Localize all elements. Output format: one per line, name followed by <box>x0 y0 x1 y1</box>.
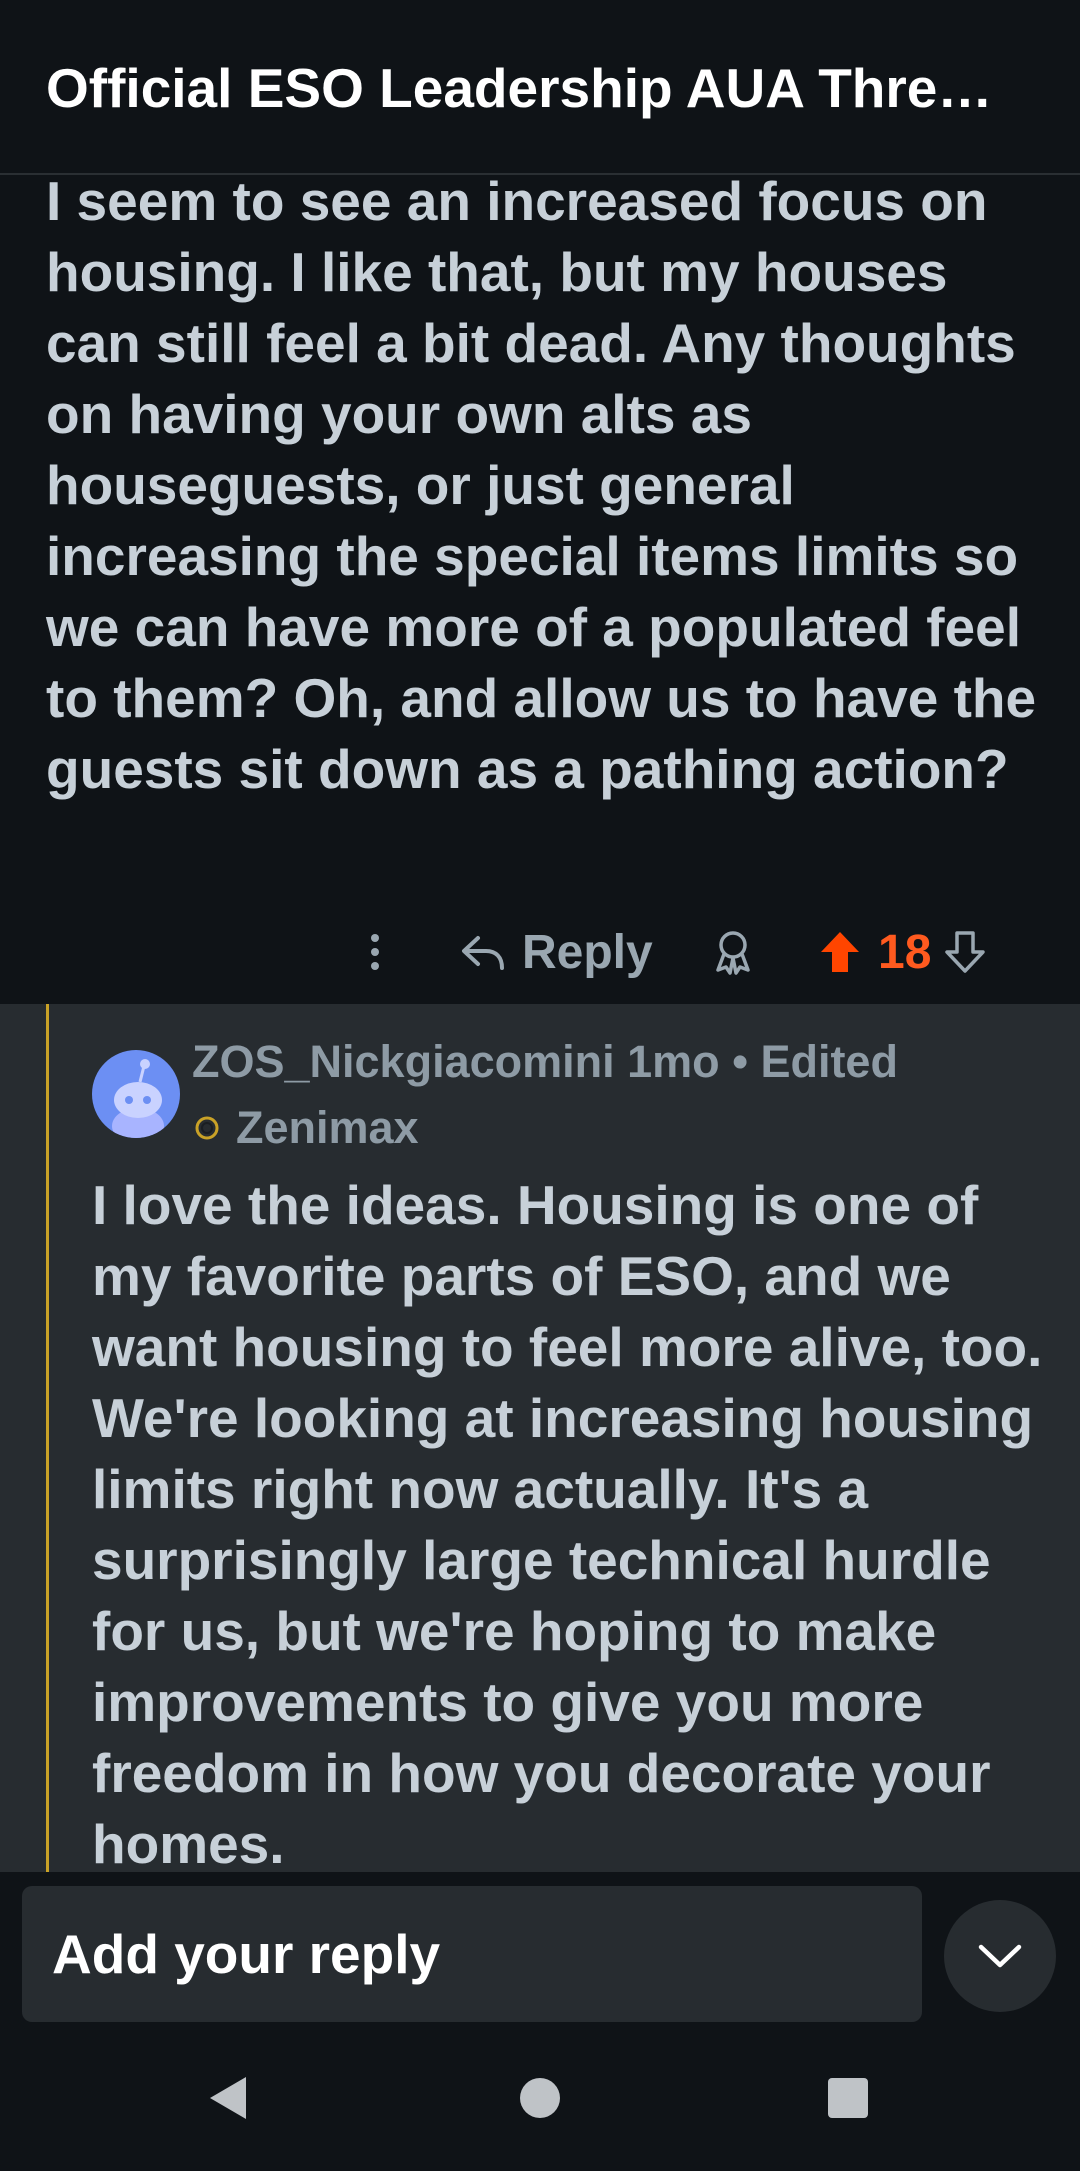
comment-meta: ZOS_Nickgiacomini 1mo • Edited <box>192 1036 898 1088</box>
upvote-arrow-icon[interactable] <box>818 929 862 975</box>
nav-recents-button[interactable] <box>808 2058 888 2138</box>
nav-home-button[interactable] <box>500 2058 580 2138</box>
downvote-arrow-icon[interactable] <box>943 929 987 975</box>
user-flair: Zenimax <box>192 1102 419 1154</box>
reply-body: I love the ideas. Housing is one of my f… <box>92 1174 1043 1872</box>
zenimax-flair-icon <box>195 1116 219 1140</box>
system-nav-bar <box>0 2022 1080 2171</box>
thread-title[interactable]: Official ESO Leadership AUA Thre… <box>46 56 1026 120</box>
author-name[interactable]: ZOS_Nickgiacomini <box>192 1036 615 1087</box>
chevron-down-icon <box>978 1944 1022 1968</box>
vertical-dots-icon <box>371 934 379 970</box>
reply-arrow-icon <box>462 936 504 970</box>
reply-input[interactable]: Add your reply <box>22 1886 922 2022</box>
vote-control: 18 <box>818 920 987 984</box>
comment-actions: Reply 18 <box>0 900 1080 1004</box>
top-bar: Official ESO Leadership AUA Thre… <box>0 0 1080 175</box>
more-options-button[interactable] <box>355 928 395 976</box>
snoo-avatar-icon <box>112 1059 164 1138</box>
reply-comment: ZOS_Nickgiacomini 1mo • Edited Zenimax I… <box>0 1004 1080 1872</box>
edited-label: • Edited <box>732 1036 898 1087</box>
comment-age: 1mo <box>627 1036 720 1087</box>
reply-button[interactable]: Reply <box>460 920 653 984</box>
reply-composer: Add your reply <box>0 1872 1080 2022</box>
flair-label: Zenimax <box>236 1102 419 1153</box>
nav-back-button[interactable] <box>188 2058 268 2138</box>
avatar[interactable] <box>92 1050 180 1138</box>
thread-line[interactable] <box>46 1004 49 1872</box>
recents-square-icon <box>828 2078 868 2118</box>
collapse-button[interactable] <box>944 1900 1056 2012</box>
award-button[interactable] <box>708 924 758 980</box>
comment-body: I seem to see an increased focus on hous… <box>46 170 1037 800</box>
home-circle-icon <box>520 2078 560 2118</box>
back-triangle-icon <box>210 2077 246 2119</box>
reply-placeholder: Add your reply <box>52 1923 441 1985</box>
vote-score: 18 <box>878 925 932 979</box>
reply-label: Reply <box>522 925 653 979</box>
award-icon <box>716 931 750 975</box>
